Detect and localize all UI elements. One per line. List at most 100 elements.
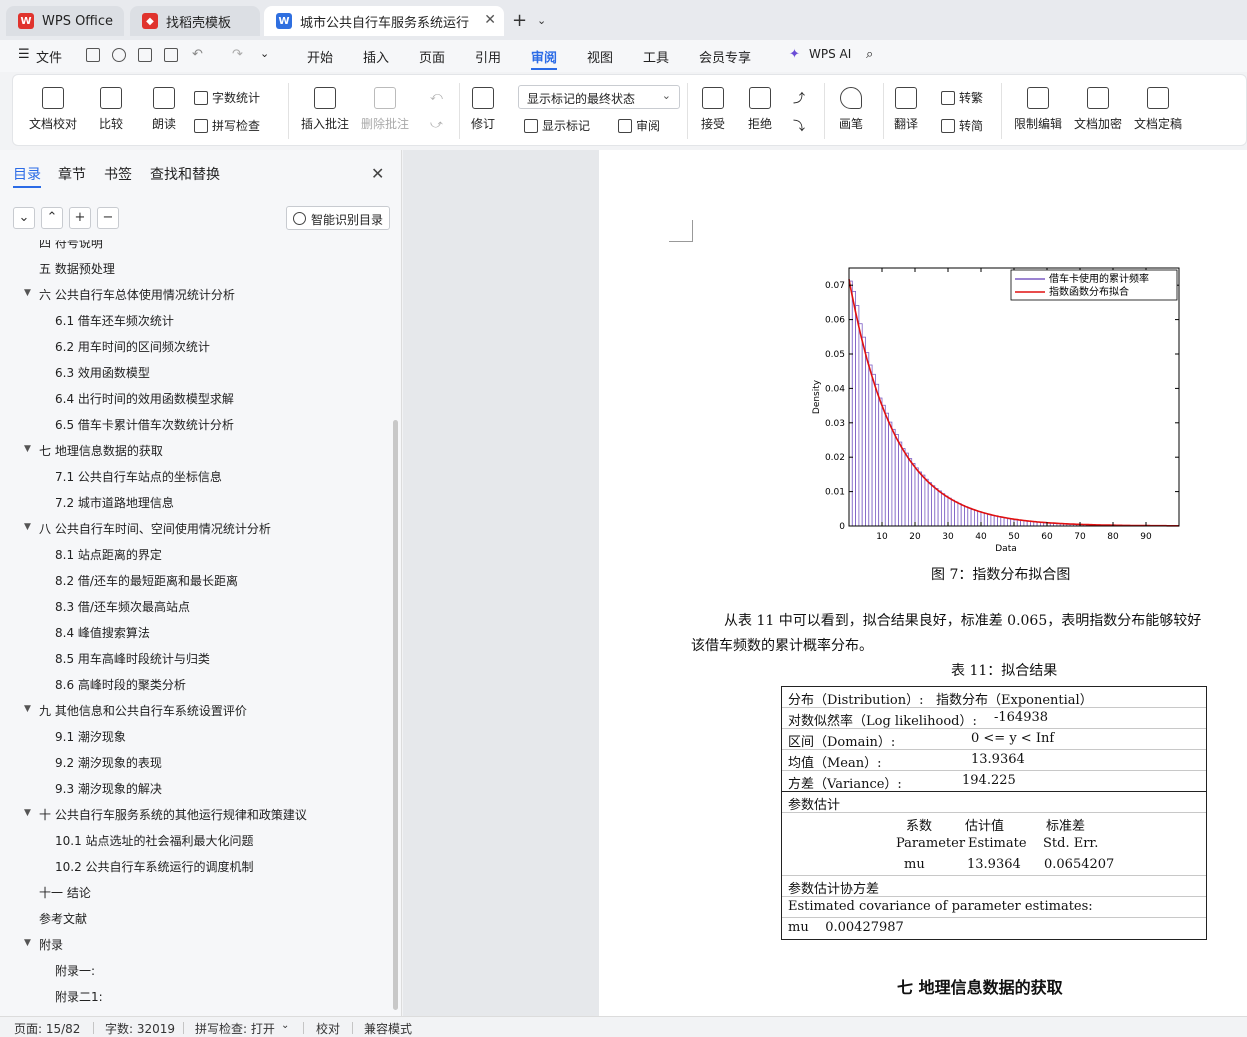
restrict-edit-button[interactable]: 限制编辑 [1014, 87, 1062, 132]
toc-item[interactable]: 七 地理信息数据的获取 [39, 442, 163, 459]
document-page[interactable]: 10 20 30 40 50 60 70 80 90 0 0.01 0.02 0.03 0.04 0.05 0… [599, 150, 1247, 1016]
toc-item[interactable]: 7.2 城市道路地理信息 [55, 494, 174, 511]
markup-state-select[interactable]: 显示标记的最终状态 ⌄ [518, 85, 680, 109]
search-icon[interactable]: ⌕ [866, 47, 873, 62]
menu-tools[interactable]: 工具 [643, 47, 669, 66]
spell-check-button[interactable]: 拼写检查 [194, 117, 260, 134]
expand-caret-icon[interactable]: ▼ [24, 288, 31, 298]
new-tab-button[interactable]: + [512, 10, 527, 31]
menu-page[interactable]: 页面 [419, 47, 445, 66]
tab-chapters[interactable]: 章节 [58, 164, 86, 184]
expand-caret-icon[interactable]: ▼ [24, 522, 31, 532]
toc-item[interactable]: 五 数据预处理 [39, 260, 115, 277]
review-pane-button[interactable]: 审阅 [618, 117, 660, 134]
accept-button[interactable]: 接受 [701, 87, 725, 132]
revise-button[interactable]: 修订 [471, 87, 495, 132]
menu-wps-ai[interactable]: WPS AI [809, 47, 851, 61]
redo-icon[interactable]: ↷ [232, 47, 243, 62]
share-icon[interactable] [112, 48, 126, 62]
pen-button[interactable]: 画笔 [839, 87, 863, 132]
delete-comment-button[interactable]: 删除批注 [361, 87, 409, 132]
compare-button[interactable]: 比较 [99, 87, 123, 132]
toc-item[interactable]: 附录一: [55, 962, 95, 979]
finalize-button[interactable]: 文档定稿 [1134, 87, 1182, 132]
expand-caret-icon[interactable]: ▼ [24, 938, 31, 948]
to-simplified-button[interactable]: 转简 [941, 117, 983, 134]
next-change-icon[interactable]: ⤵ [793, 117, 805, 134]
expand-caret-icon[interactable]: ▼ [24, 808, 31, 818]
menu-home[interactable]: 开始 [307, 47, 333, 66]
tab-bookmarks[interactable]: 书签 [104, 164, 132, 184]
toc-item[interactable]: 8.1 站点距离的界定 [55, 546, 162, 563]
chevron-down-icon[interactable]: ⌄ [281, 1020, 289, 1031]
toc-item[interactable]: 九 其他信息和公共自行车系统设置评价 [39, 702, 247, 719]
print-preview-icon[interactable] [164, 48, 178, 62]
toc-item[interactable]: 十 公共自行车服务系统的其他运行规律和政策建议 [39, 806, 307, 823]
toc-item[interactable]: 6.4 出行时间的效用函数模型求解 [55, 390, 234, 407]
close-icon[interactable]: ✕ [484, 12, 496, 28]
toc-item[interactable]: 6.5 借车卡累计借车次数统计分析 [55, 416, 234, 433]
reject-button[interactable]: 拒绝 [748, 87, 772, 132]
toc-item[interactable]: 8.4 峰值搜索算法 [55, 624, 150, 641]
toc-item[interactable]: 8.3 借/还车频次最高站点 [55, 598, 190, 615]
add-heading-button[interactable]: + [69, 207, 91, 229]
tab-find-replace[interactable]: 查找和替换 [150, 164, 220, 184]
previous-comment-icon[interactable]: ⤺ [430, 89, 443, 104]
tab-template[interactable]: ◆ 找稻壳模板 [130, 6, 260, 36]
to-traditional-button[interactable]: 转繁 [941, 89, 983, 106]
toc-item[interactable]: 9.2 潮汐现象的表现 [55, 754, 162, 771]
expand-down-button[interactable]: ⌄ [13, 207, 35, 229]
word-count-button[interactable]: 字数统计 [194, 89, 260, 106]
expand-caret-icon[interactable]: ▼ [24, 704, 31, 714]
toc-item[interactable]: 9.3 潮汐现象的解决 [55, 780, 162, 797]
doc-check-button[interactable]: 文档校对 [29, 87, 77, 132]
read-aloud-button[interactable]: 朗读 [152, 87, 176, 132]
toc-item[interactable]: 10.2 公共自行车系统运行的调度机制 [55, 858, 254, 875]
hamburger-icon[interactable]: ☰ [18, 47, 30, 62]
expand-caret-icon[interactable]: ▼ [24, 444, 31, 454]
close-icon[interactable]: ✕ [371, 164, 384, 183]
toc-item[interactable]: 7.1 公共自行车站点的坐标信息 [55, 468, 222, 485]
toc-item[interactable]: 四 符号说明 [39, 240, 103, 251]
toc-item[interactable]: 八 公共自行车时间、空间使用情况统计分析 [39, 520, 271, 537]
menu-review[interactable]: 审阅 [531, 47, 557, 66]
toc-item[interactable]: 8.5 用车高峰时段统计与归类 [55, 650, 210, 667]
tab-wps-office[interactable]: W WPS Office [6, 6, 124, 36]
toc-item[interactable]: 6.3 效用函数模型 [55, 364, 150, 381]
toc-item[interactable]: 六 公共自行车总体使用情况统计分析 [39, 286, 235, 303]
undo-icon[interactable]: ↶ [192, 47, 203, 62]
page-indicator[interactable]: 页面: 15/82 [14, 1020, 80, 1037]
toc-item[interactable]: 十一 结论 [39, 884, 91, 901]
menu-view[interactable]: 视图 [587, 47, 613, 66]
show-markup-button[interactable]: 显示标记 [524, 117, 590, 134]
toc-item[interactable]: 6.2 用车时间的区间频次统计 [55, 338, 210, 355]
proofread-button[interactable]: 校对 [316, 1020, 340, 1037]
toc-item[interactable]: 8.6 高峰时段的聚类分析 [55, 676, 186, 693]
remove-heading-button[interactable]: − [97, 207, 119, 229]
toc-item[interactable]: 附录 [39, 936, 63, 953]
encrypt-button[interactable]: 文档加密 [1074, 87, 1122, 132]
tab-document[interactable]: W 城市公共自行车服务系统运行 ✕ [264, 6, 504, 36]
menu-file[interactable]: 文件 [36, 47, 62, 66]
menu-member[interactable]: 会员专享 [699, 47, 751, 66]
print-icon[interactable] [138, 48, 152, 62]
toc-item[interactable]: 9.1 潮汐现象 [55, 728, 126, 745]
next-comment-icon[interactable]: ⤻ [430, 117, 443, 132]
toc-scrollbar[interactable] [393, 420, 398, 1010]
toc-item[interactable]: 10.1 站点选址的社会福利最大化问题 [55, 832, 254, 849]
previous-change-icon[interactable]: ⤴ [793, 89, 805, 106]
menu-reference[interactable]: 引用 [475, 47, 501, 66]
menu-insert[interactable]: 插入 [363, 47, 389, 66]
toc-item[interactable]: 6.1 借车还车频次统计 [55, 312, 174, 329]
toc-item[interactable]: 8.2 借/还车的最短距离和最长距离 [55, 572, 238, 589]
save-icon[interactable] [86, 48, 100, 62]
translate-button[interactable]: 翻译 [894, 87, 918, 132]
insert-comment-button[interactable]: 插入批注 [301, 87, 349, 132]
tab-toc[interactable]: 目录 [13, 164, 41, 184]
toc-item[interactable]: 参考文献 [39, 910, 87, 927]
word-count-indicator[interactable]: 字数: 32019 [105, 1020, 175, 1037]
collapse-up-button[interactable]: ⌃ [41, 207, 63, 229]
toc-item[interactable]: 附录二1: [55, 988, 103, 1005]
spell-check-status[interactable]: 拼写检查: 打开 [195, 1020, 275, 1037]
chevron-down-icon[interactable]: ⌄ [260, 47, 269, 60]
